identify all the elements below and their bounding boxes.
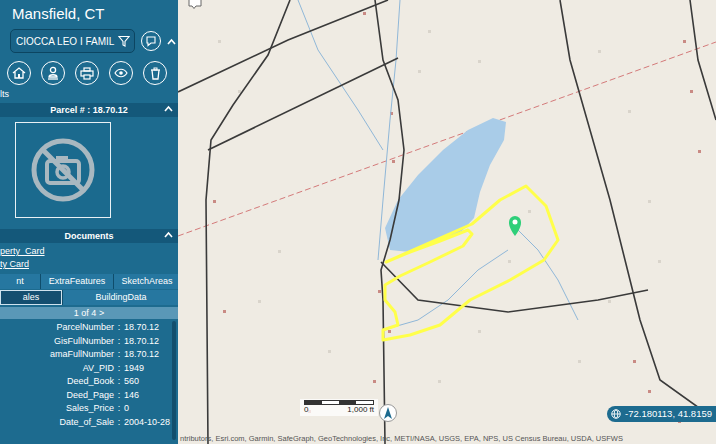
map-canvas[interactable] (178, 0, 716, 444)
tool-button[interactable] (7, 61, 31, 85)
tool-button[interactable] (75, 61, 99, 85)
field-key: Date_of_Sale (0, 416, 114, 430)
document-links: perty_Cardty Card (0, 243, 178, 274)
north-arrow-icon[interactable] (384, 407, 392, 419)
field-separator: : (114, 321, 124, 335)
no-photo-icon (31, 138, 95, 202)
collapse-icon[interactable] (164, 105, 173, 112)
field-key: GisFullNumber (0, 335, 114, 349)
scale-track (304, 400, 374, 405)
field-separator: : (114, 362, 124, 376)
field-key: Sales_Price (0, 402, 114, 416)
scale-bar: 0 1,000 ft (300, 399, 378, 416)
search-field[interactable]: CIOCCA LEO I FAMIL (10, 29, 135, 53)
tab-row: ntExtraFeaturesSketchAreas (0, 274, 178, 289)
collapse-icon[interactable] (167, 38, 176, 45)
scale-segment (322, 401, 339, 404)
scrollbar[interactable] (172, 321, 176, 440)
field-value: 2004-10-28 (124, 416, 170, 430)
printer-icon[interactable] (80, 67, 94, 80)
eye-icon[interactable] (114, 68, 128, 78)
field-separator: : (114, 416, 124, 430)
tool-button[interactable] (143, 61, 167, 85)
feedback-button[interactable] (141, 31, 161, 51)
search-row: CIOCCA LEO I FAMIL (0, 26, 178, 56)
results-label: lts (0, 88, 178, 100)
scale-label: 1,000 ft (347, 405, 374, 415)
field-separator: : (114, 402, 124, 416)
map[interactable]: 0 1,000 ft -72.180113, 41.8159 ntributors, … (178, 0, 716, 444)
attribute-list: ParcelNumber:18.70.12GisFullNumber:18.70… (0, 321, 170, 429)
tab[interactable]: ExtraFeatures (41, 274, 113, 289)
home-icon[interactable] (12, 67, 26, 79)
field-separator: : (114, 375, 124, 389)
parcel-title: Parcel # : 18.70.12 (50, 105, 128, 115)
tab[interactable]: BuildingData (63, 290, 178, 305)
field-key: Deed_Book (0, 375, 114, 389)
tab[interactable]: ales (0, 290, 62, 305)
tool-button[interactable] (109, 61, 133, 85)
document-link[interactable]: perty_Card (0, 245, 178, 258)
field-separator: : (114, 348, 124, 362)
field-separator: : (114, 389, 124, 403)
chat-icon[interactable] (145, 35, 157, 47)
app-title: Mansfield, CT (0, 0, 178, 26)
field-key: amaFullNumber (0, 348, 114, 362)
documents-title: Documents (64, 231, 113, 241)
coordinates-badge: -72.180113, 41.8159 (607, 406, 716, 422)
comment-icon[interactable] (188, 0, 202, 9)
record-pager[interactable]: 1 of 4 > (0, 307, 178, 319)
collapse-icon[interactable] (164, 231, 173, 238)
scale-segment (339, 401, 356, 404)
field-key: AV_PID (0, 362, 114, 376)
field-value: 0 (124, 402, 170, 416)
north-arrow[interactable] (379, 404, 397, 422)
tab-row: alesBuildingData (0, 290, 178, 305)
parcel-header[interactable]: Parcel # : 18.70.12 (0, 103, 178, 117)
scale-segment (356, 401, 373, 404)
gis-app: Mansfield, CT CIOCCA LEO I FAMIL lts Parcel… (0, 0, 716, 444)
documents-header[interactable]: Documents (0, 229, 178, 243)
sidebar: Mansfield, CT CIOCCA LEO I FAMIL lts Parcel… (0, 0, 178, 444)
filter-icon[interactable] (118, 35, 130, 47)
document-link[interactable]: ty Card (0, 258, 178, 271)
field-value: 18.70.12 (124, 321, 170, 335)
field-value: 146 (124, 389, 170, 403)
attribute-panel: ParcelNumber:18.70.12GisFullNumber:18.70… (0, 319, 178, 444)
field-value: 18.70.12 (124, 335, 170, 349)
globe-icon (611, 409, 621, 419)
tab[interactable]: SketchAreas (114, 274, 178, 289)
scale-segment (305, 401, 322, 404)
field-key: Deed_Page (0, 389, 114, 403)
search-value[interactable]: CIOCCA LEO I FAMIL (16, 34, 114, 49)
field-separator: : (114, 335, 124, 349)
owner-icon[interactable] (47, 66, 59, 80)
parcel-photo (15, 122, 111, 218)
field-key: ParcelNumber (0, 321, 114, 335)
coordinates: -72.180113, 41.8159 (625, 408, 712, 420)
parcel-pin-icon[interactable] (509, 216, 521, 236)
tool-button[interactable] (41, 61, 65, 85)
field-value: 1949 (124, 362, 170, 376)
scale-zero: 0 (304, 405, 308, 415)
field-value: 18.70.12 (124, 348, 170, 362)
scale-labels: 0 1,000 ft (304, 405, 374, 415)
tool-row (0, 56, 178, 87)
field-value: 560 (124, 375, 170, 389)
tab[interactable]: nt (0, 274, 40, 289)
trash-icon[interactable] (150, 67, 161, 80)
map-attribution: ntributors, Esri.com, Garmin, SafeGraph,… (180, 434, 623, 443)
